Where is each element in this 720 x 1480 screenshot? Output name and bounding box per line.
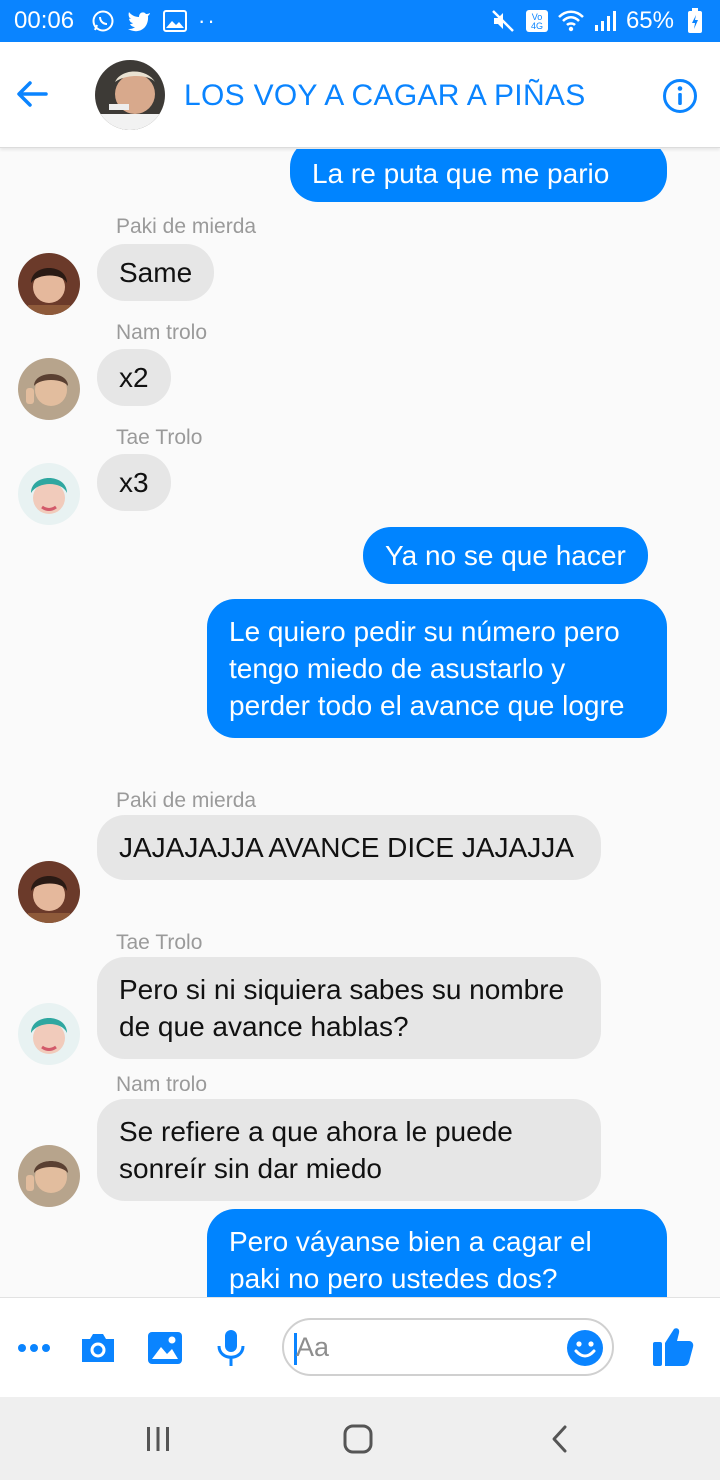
microphone-icon[interactable] (211, 1328, 251, 1368)
system-nav-bar (0, 1397, 720, 1480)
conversation-header: LOS VOY A CAGAR A PIÑAS (0, 42, 720, 148)
message-input-wrapper (282, 1318, 614, 1376)
image-icon[interactable] (145, 1328, 185, 1368)
avatar[interactable] (18, 1145, 80, 1207)
avatar[interactable] (18, 253, 80, 315)
message-bubble-incoming[interactable]: x3 (97, 454, 171, 511)
info-icon[interactable] (662, 78, 698, 114)
sender-name: Paki de mierda (116, 789, 257, 812)
message-bubble-outgoing[interactable]: La re puta que me pario (290, 149, 667, 202)
message-bubble-incoming[interactable]: Pero si ni siquiera sabes su nombre de q… (97, 957, 601, 1059)
message-composer (0, 1297, 720, 1397)
message-bubble-incoming[interactable]: JAJAJAJJA AVANCE DICE JAJAJJA (97, 815, 601, 880)
like-icon[interactable] (650, 1324, 696, 1370)
camera-icon[interactable] (78, 1328, 118, 1368)
message-bubble-outgoing[interactable]: Ya no se que hacer (363, 527, 648, 584)
wifi-icon (558, 8, 584, 34)
whatsapp-icon (90, 8, 116, 34)
recent-apps-icon[interactable] (138, 1419, 178, 1459)
conversation-title[interactable]: LOS VOY A CAGAR A PIÑAS (184, 79, 586, 113)
sender-name: Nam trolo (116, 321, 208, 344)
message-list[interactable]: La re puta que me pario Paki de mierda S… (0, 149, 720, 1297)
message-bubble-incoming[interactable]: x2 (97, 349, 171, 406)
message-bubble-incoming[interactable]: Se refiere a que ahora le puede sonreír … (97, 1099, 601, 1201)
battery-icon (682, 8, 708, 34)
sender-name: Tae Trolo (116, 426, 203, 449)
message-input[interactable] (296, 1328, 556, 1366)
avatar[interactable] (18, 463, 80, 525)
group-avatar[interactable] (95, 60, 165, 130)
sender-name: Nam trolo (116, 1073, 208, 1096)
message-bubble-outgoing[interactable]: Le quiero pedir su número pero tengo mie… (207, 599, 667, 738)
battery-percent: 65% (625, 7, 674, 34)
avatar[interactable] (18, 861, 80, 923)
more-notifications: ·· (198, 8, 217, 33)
sender-name: Paki de mierda (116, 215, 257, 238)
avatar[interactable] (18, 1003, 80, 1065)
status-time: 00:06 (14, 7, 75, 34)
svg-text:4G: 4G (531, 21, 543, 31)
more-icon[interactable] (14, 1328, 54, 1368)
back-icon[interactable] (540, 1419, 580, 1459)
back-arrow-icon[interactable] (12, 74, 52, 114)
volte-icon: Vo 4G (524, 8, 550, 34)
avatar[interactable] (18, 358, 80, 420)
mute-icon (490, 8, 516, 34)
twitter-icon (126, 8, 152, 34)
sender-name: Tae Trolo (116, 931, 203, 954)
gallery-icon (162, 8, 188, 34)
message-bubble-incoming[interactable]: Same (97, 244, 215, 301)
home-icon[interactable] (338, 1419, 378, 1459)
emoji-icon[interactable] (566, 1329, 604, 1367)
signal-icon (592, 8, 618, 34)
message-bubble-outgoing[interactable]: Pero váyanse bien a cagar el paki no per… (207, 1209, 667, 1297)
status-bar: 00:06 ·· Vo 4G 65% (0, 0, 720, 42)
